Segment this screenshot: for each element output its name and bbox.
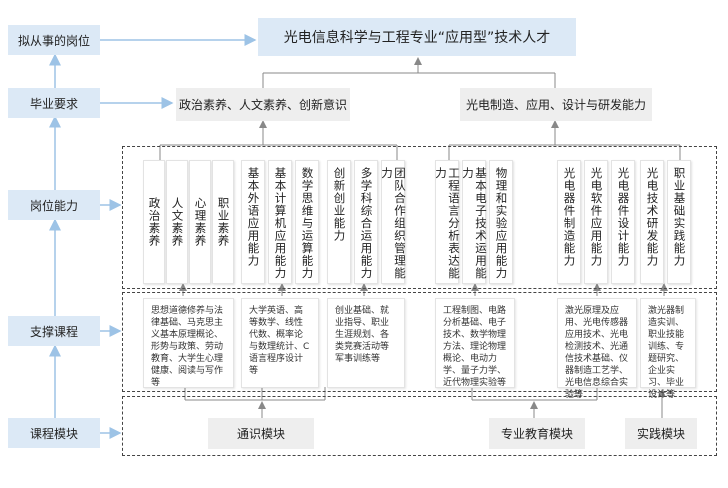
module-professional: 专业教育模块: [489, 418, 585, 449]
ability-box: 职业素养: [212, 160, 234, 284]
ability-box: 物理和实验应用能力: [489, 160, 513, 284]
ability-box: 多学科综合运用能力: [354, 160, 378, 284]
ability-label: 职业基础实践能力: [672, 167, 687, 267]
ability-label: 物理和实验应用能力: [494, 167, 509, 280]
course-box: 工程制图、电路分析基础、电子技术、数学物理方法、理论物理概论、电动力学、量子力学…: [435, 298, 515, 388]
left-label-grad: 毕业要求: [8, 88, 100, 118]
left-label-module: 课程模块: [8, 418, 100, 448]
ability-label: 基本外语应用能力: [246, 167, 261, 267]
ability-label: 创新创业能力: [332, 167, 347, 242]
ability-label: 基本计算机应用能力: [273, 167, 288, 280]
ability-box: 基本外语应用能力: [241, 160, 265, 284]
ability-box: 基本电子技术运用能力: [461, 160, 488, 284]
ability-box: 工程语言分析表达能力: [434, 160, 461, 284]
ability-box: 职业基础实践能力: [667, 160, 691, 284]
ability-label: 政治素养: [147, 197, 162, 247]
ability-label: 多学科综合运用能力: [359, 167, 374, 280]
module-general: 通识模块: [208, 418, 314, 449]
ability-label: 团队合作组织管理能力: [380, 167, 407, 280]
requirement-literacy: 政治素养、人文素养、创新意识: [176, 88, 350, 121]
ability-box: 光电技术研发能力: [640, 160, 664, 284]
course-box: 激光原理及应用、光电传感器应用技术、光电检测技术、光通信技术基础、仪器制造工艺学…: [557, 298, 637, 400]
left-label-support: 支撑课程: [8, 316, 100, 346]
left-label-ability: 岗位能力: [8, 190, 100, 220]
ability-label: 人文素养: [170, 197, 185, 247]
course-box: 激光器制造实训、职业技能训练、专题研究、企业实习、毕业设计等: [640, 298, 696, 400]
left-label-job: 拟从事的岗位: [8, 25, 100, 55]
talent-title: 光电信息科学与工程专业“应用型”技术人才: [258, 18, 576, 56]
requirement-capability: 光电制造、应用、设计与研发能力: [460, 88, 652, 121]
ability-box: 团队合作组织管理能力: [380, 160, 407, 284]
ability-box: 数学思维与运算能力: [295, 160, 319, 284]
ability-box: 基本计算机应用能力: [268, 160, 292, 284]
ability-box: 心理素养: [189, 160, 211, 284]
ability-label: 职业素养: [216, 197, 231, 247]
ability-box: 光电器件设计能力: [611, 160, 635, 284]
ability-box: 光电器件制造能力: [557, 160, 581, 284]
course-box: 思想道德修养与法律基础、马克思主义基本原理概论、形势与政策、劳动教育、大学生心理…: [143, 298, 234, 388]
ability-label: 基本电子技术运用能力: [461, 167, 488, 280]
course-box: 大学英语、高等数学、线性代数、概率论与数理统计、C语言程序设计等: [241, 298, 319, 388]
ability-label: 工程语言分析表达能力: [434, 167, 461, 280]
ability-label: 光电器件制造能力: [562, 167, 577, 267]
module-practice: 实践模块: [625, 418, 697, 449]
ability-label: 光电器件设计能力: [616, 167, 631, 267]
ability-label: 心理素养: [193, 197, 208, 247]
course-box: 创业基础、就业指导、职业生涯规划、各类竞赛活动等军事训练等: [327, 298, 405, 388]
ability-box: 政治素养: [143, 160, 165, 284]
ability-label: 光电软件应用能力: [589, 167, 604, 267]
ability-label: 数学思维与运算能力: [300, 167, 315, 280]
ability-box: 人文素养: [166, 160, 188, 284]
ability-box: 光电软件应用能力: [584, 160, 608, 284]
ability-label: 光电技术研发能力: [645, 167, 660, 267]
ability-box: 创新创业能力: [327, 160, 351, 284]
